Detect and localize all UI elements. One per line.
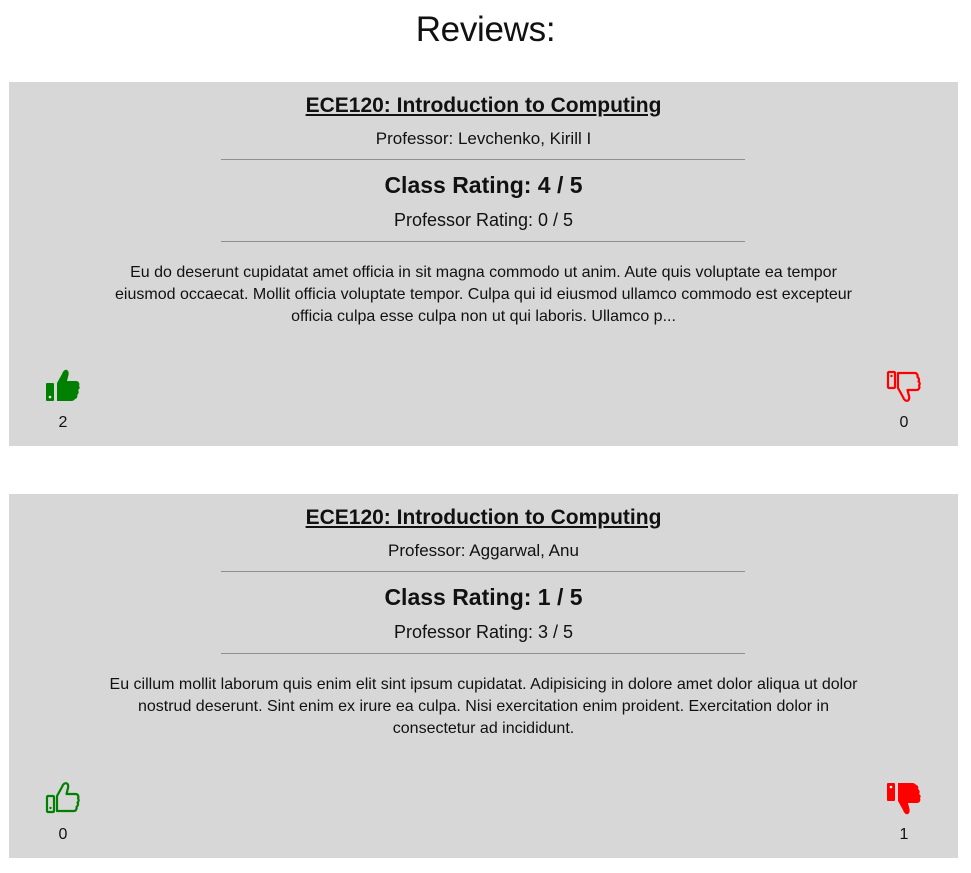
page-title: Reviews: [415, 10, 556, 49]
review-card: ECE120: Introduction to Computing Profes… [9, 82, 958, 446]
review-text: Eu do deserunt cupidatat amet officia in… [115, 264, 852, 325]
course-title-link[interactable]: ECE120: Introduction to Computing [9, 94, 958, 118]
divider [221, 159, 745, 160]
class-rating: Class Rating: 1 / 5 [384, 584, 583, 610]
downvote-count: 0 [899, 414, 909, 431]
thumbs-down-outline-icon[interactable] [886, 368, 922, 404]
divider [221, 571, 745, 572]
thumbs-up-outline-icon[interactable] [45, 780, 81, 816]
professor-rating: Professor Rating: 3 / 5 [393, 622, 574, 642]
thumbs-up-filled-icon[interactable] [45, 368, 81, 404]
professor-rating: Professor Rating: 0 / 5 [393, 210, 574, 230]
upvote-count: 2 [58, 414, 68, 431]
professor-name: Professor: Levchenko, Kirill I [375, 129, 592, 148]
class-rating: Class Rating: 4 / 5 [384, 172, 583, 198]
upvote-group: 0 [43, 780, 83, 844]
downvote-count: 1 [899, 826, 909, 843]
course-title-link[interactable]: ECE120: Introduction to Computing [9, 506, 958, 530]
divider [221, 653, 745, 654]
downvote-group: 0 [884, 368, 924, 432]
review-card: ECE120: Introduction to Computing Profes… [9, 494, 958, 858]
downvote-group: 1 [884, 780, 924, 844]
upvote-count: 0 [58, 826, 68, 843]
upvote-group: 2 [43, 368, 83, 432]
thumbs-down-filled-icon[interactable] [886, 780, 922, 816]
review-text: Eu cillum mollit laborum quis enim elit … [109, 676, 858, 737]
professor-name: Professor: Aggarwal, Anu [388, 541, 579, 560]
divider [221, 241, 745, 242]
